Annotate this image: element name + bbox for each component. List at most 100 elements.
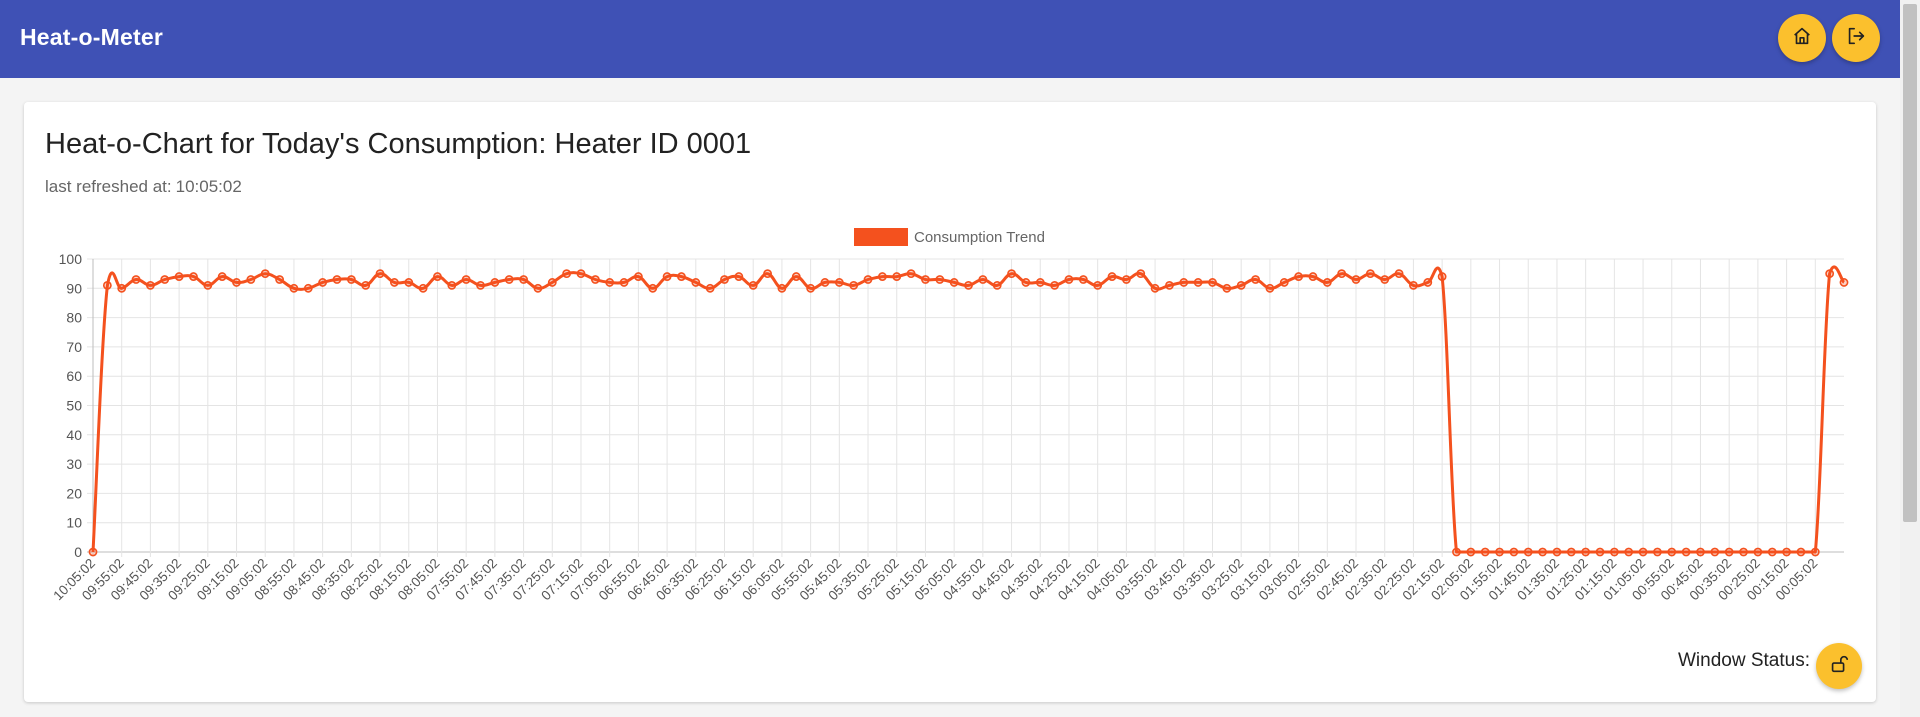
data-point xyxy=(303,283,313,293)
data-point xyxy=(246,275,256,284)
data-point xyxy=(1050,280,1060,290)
data-point xyxy=(1595,547,1605,557)
data-point xyxy=(1165,280,1174,290)
data-point xyxy=(1452,547,1461,557)
scrollbar-thumb[interactable] xyxy=(1903,4,1917,522)
data-point xyxy=(1509,547,1519,557)
data-point xyxy=(1208,278,1217,287)
data-point xyxy=(648,283,658,293)
data-point xyxy=(375,269,385,279)
data-point xyxy=(978,275,988,284)
chart-card: Heat-o-Chart for Today's Consumption: He… xyxy=(24,102,1876,702)
data-point xyxy=(691,278,701,287)
data-point xyxy=(1150,283,1160,293)
logout-button[interactable] xyxy=(1832,14,1880,62)
data-point xyxy=(1566,547,1576,557)
data-point xyxy=(461,275,471,284)
data-point xyxy=(921,275,930,284)
data-point xyxy=(490,278,500,287)
home-icon xyxy=(1791,25,1813,52)
data-point xyxy=(102,280,112,290)
data-point xyxy=(275,275,284,284)
data-point xyxy=(1337,269,1347,279)
data-point xyxy=(146,280,155,290)
app-title: Heat-o-Meter xyxy=(20,24,163,50)
data-point xyxy=(1696,547,1705,557)
data-point xyxy=(1710,547,1720,557)
data-point xyxy=(705,283,715,293)
data-point xyxy=(1121,275,1131,284)
data-point xyxy=(346,275,356,284)
data-point xyxy=(203,280,213,290)
y-tick-label: 100 xyxy=(59,251,83,267)
data-point xyxy=(1107,272,1117,281)
y-tick-label: 80 xyxy=(66,310,82,326)
data-point xyxy=(863,275,873,284)
home-button[interactable] xyxy=(1778,14,1826,62)
data-point xyxy=(447,280,457,290)
data-point xyxy=(390,278,399,287)
data-point xyxy=(332,275,342,284)
data-point xyxy=(892,272,902,281)
y-tick-label: 20 xyxy=(66,485,82,501)
y-tick-label: 40 xyxy=(66,427,82,443)
data-point xyxy=(547,278,557,287)
top-app-bar: Heat-o-Meter xyxy=(0,0,1900,78)
data-point xyxy=(1136,269,1146,279)
data-point xyxy=(576,269,586,279)
data-point xyxy=(964,280,973,290)
data-point xyxy=(361,280,371,290)
data-point xyxy=(1667,547,1677,557)
data-point xyxy=(404,278,414,287)
data-point xyxy=(1279,278,1289,287)
data-point xyxy=(174,272,184,281)
data-point xyxy=(1437,272,1447,281)
data-point xyxy=(849,280,859,290)
data-point xyxy=(1251,275,1260,284)
data-point xyxy=(519,275,528,284)
data-point xyxy=(834,278,844,287)
y-tick-label: 30 xyxy=(66,456,82,472)
data-point xyxy=(433,272,442,281)
data-point xyxy=(289,283,299,293)
data-point xyxy=(1609,547,1619,557)
data-point xyxy=(949,278,959,287)
data-point xyxy=(619,278,629,287)
data-point xyxy=(1810,547,1820,557)
data-point xyxy=(677,272,686,281)
data-point xyxy=(1035,278,1045,287)
data-point xyxy=(1078,275,1088,284)
page-scrollbar[interactable] xyxy=(1900,0,1920,717)
data-point xyxy=(820,278,830,287)
data-point xyxy=(1796,547,1806,557)
data-point xyxy=(1538,547,1547,557)
data-point xyxy=(791,272,801,281)
unlock-icon xyxy=(1828,653,1850,680)
data-point xyxy=(605,278,615,287)
data-point xyxy=(1523,547,1533,557)
data-point xyxy=(131,275,141,284)
data-point xyxy=(1552,547,1562,557)
data-point xyxy=(1480,547,1490,557)
data-point xyxy=(590,275,600,284)
data-point xyxy=(117,283,127,293)
data-point xyxy=(633,272,643,281)
data-point xyxy=(1222,283,1232,293)
data-point xyxy=(1179,278,1189,287)
data-point xyxy=(1739,547,1748,557)
data-point xyxy=(1767,547,1777,557)
data-point xyxy=(1093,280,1103,290)
data-point xyxy=(1782,547,1791,557)
y-tick-label: 50 xyxy=(66,398,82,414)
data-point xyxy=(318,278,328,287)
y-tick-label: 0 xyxy=(74,544,82,560)
data-point xyxy=(1265,283,1275,293)
data-point xyxy=(1064,275,1074,284)
data-point xyxy=(662,272,672,281)
data-point xyxy=(1466,547,1476,557)
data-point xyxy=(734,272,744,281)
data-point xyxy=(1322,278,1332,287)
data-point xyxy=(992,280,1002,290)
window-status-button[interactable] xyxy=(1816,643,1862,689)
data-point xyxy=(1365,269,1375,279)
